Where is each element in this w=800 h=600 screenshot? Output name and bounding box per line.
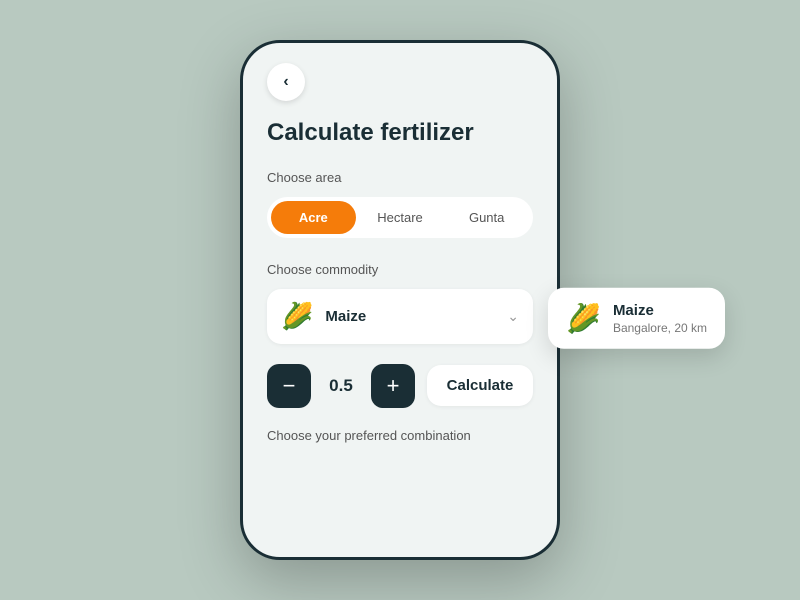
phone-wrapper: ‹ Calculate fertilizer Choose area Acre … [240, 40, 560, 560]
area-tabs: Acre Hectare Gunta [267, 197, 533, 238]
back-button[interactable]: ‹ [267, 63, 305, 101]
commodity-icon: 🌽 [281, 301, 313, 332]
tooltip-location: Bangalore, 20 km [613, 321, 707, 335]
tooltip-content: Maize Bangalore, 20 km [613, 302, 707, 335]
calculate-button[interactable]: Calculate [427, 365, 533, 406]
decrement-button[interactable]: − [267, 364, 311, 408]
tab-hectare[interactable]: Hectare [358, 201, 443, 234]
tab-gunta[interactable]: Gunta [444, 201, 529, 234]
back-icon: ‹ [283, 73, 288, 91]
tooltip-card: 🌽 Maize Bangalore, 20 km [548, 288, 725, 349]
tab-acre[interactable]: Acre [271, 201, 356, 234]
combination-label: Choose your preferred combination [267, 428, 533, 443]
increment-button[interactable]: + [371, 364, 415, 408]
phone-screen: ‹ Calculate fertilizer Choose area Acre … [240, 40, 560, 560]
quantity-value: 0.5 [323, 376, 359, 396]
chevron-down-icon: ⌄ [507, 308, 519, 325]
area-section-label: Choose area [267, 170, 533, 185]
quantity-row: − 0.5 + Calculate [267, 364, 533, 408]
page-title: Calculate fertilizer [267, 119, 533, 148]
tooltip-icon: 🌽 [566, 302, 601, 335]
commodity-section-label: Choose commodity [267, 262, 533, 277]
commodity-dropdown[interactable]: 🌽 Maize ⌄ [267, 289, 533, 344]
tooltip-name: Maize [613, 302, 707, 319]
commodity-name: Maize [325, 308, 507, 325]
